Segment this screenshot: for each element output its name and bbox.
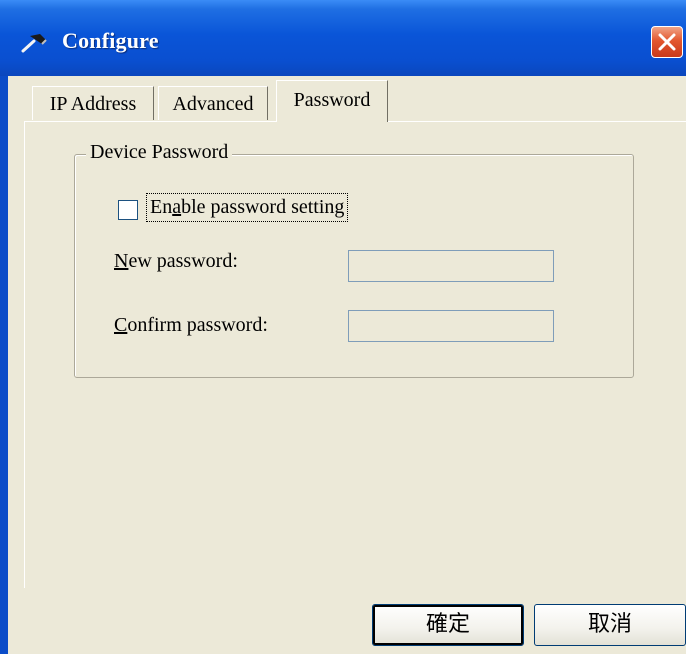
cancel-button[interactable]: 取消: [534, 604, 686, 646]
close-icon: [658, 33, 676, 51]
tab-label: Password: [293, 89, 371, 111]
label-mnemonic: a: [172, 196, 182, 218]
tab-password[interactable]: Password: [276, 80, 388, 122]
confirm-password-field[interactable]: [348, 310, 554, 342]
title-bar[interactable]: Configure: [0, 0, 686, 76]
enable-password-label[interactable]: Enable password setting: [146, 193, 349, 222]
window-left-border: [0, 76, 8, 654]
ok-button[interactable]: 確定: [372, 604, 524, 646]
window-title: Configure: [62, 28, 159, 53]
label-part: ble password setting: [181, 196, 345, 218]
label-part: onfirm password:: [127, 314, 268, 336]
tab-advanced[interactable]: Advanced: [158, 86, 268, 120]
new-password-field[interactable]: [348, 250, 554, 282]
tab-label: IP Address: [49, 93, 137, 115]
tab-label: Advanced: [172, 93, 254, 115]
hammer-icon: [21, 34, 47, 53]
new-password-label: New password:: [114, 250, 238, 273]
confirm-password-label: Confirm password:: [114, 314, 268, 337]
label-part: En: [150, 196, 173, 218]
tab-ip-address[interactable]: IP Address: [32, 86, 154, 120]
close-button[interactable]: [651, 26, 683, 58]
label-mnemonic: N: [114, 250, 129, 272]
label-part: ew password:: [128, 250, 238, 272]
enable-password-checkbox[interactable]: [118, 200, 138, 220]
group-label: Device Password: [86, 141, 233, 164]
configure-dialog: Configure IP Address Advanced Password D…: [0, 0, 686, 654]
label-mnemonic: C: [114, 314, 128, 336]
